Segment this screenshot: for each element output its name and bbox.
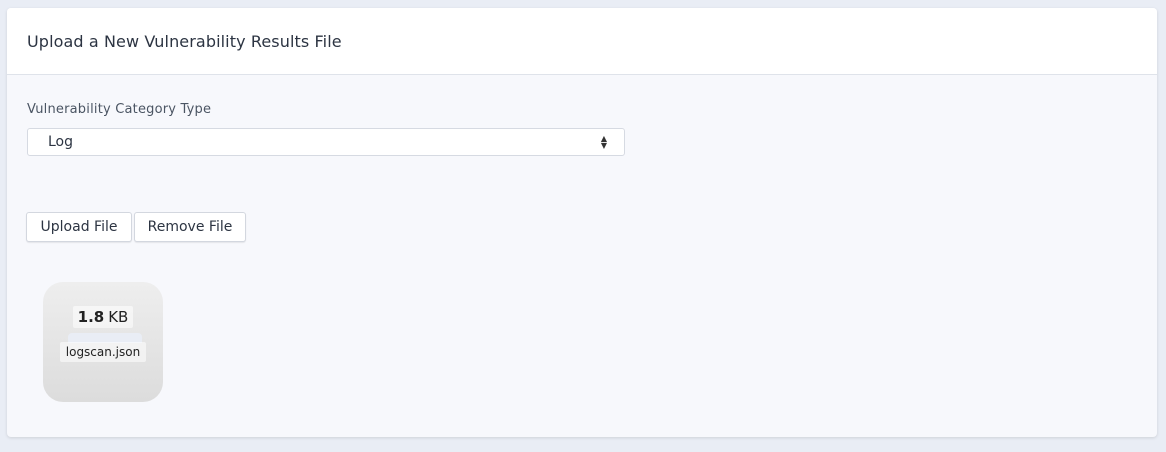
sort-updown-icon: ▲ ▼ xyxy=(600,134,608,150)
card-header: Upload a New Vulnerability Results File xyxy=(7,8,1157,75)
card-title: Upload a New Vulnerability Results File xyxy=(27,31,342,51)
category-type-select[interactable]: Log ▲ ▼ xyxy=(27,128,625,156)
file-name: logscan.json xyxy=(60,342,146,362)
upload-card: Upload a New Vulnerability Results File … xyxy=(7,8,1157,437)
category-type-label: Vulnerability Category Type xyxy=(27,102,212,117)
file-size-value: 1.8 xyxy=(77,308,105,326)
file-size-unit: KB xyxy=(108,308,129,326)
category-type-value: Log xyxy=(48,134,74,150)
remove-file-button[interactable]: Remove File xyxy=(134,212,246,242)
file-preview[interactable]: 1.8 KB logscan.json xyxy=(43,282,163,402)
file-size: 1.8 KB xyxy=(73,306,133,328)
upload-file-button[interactable]: Upload File xyxy=(26,212,132,242)
